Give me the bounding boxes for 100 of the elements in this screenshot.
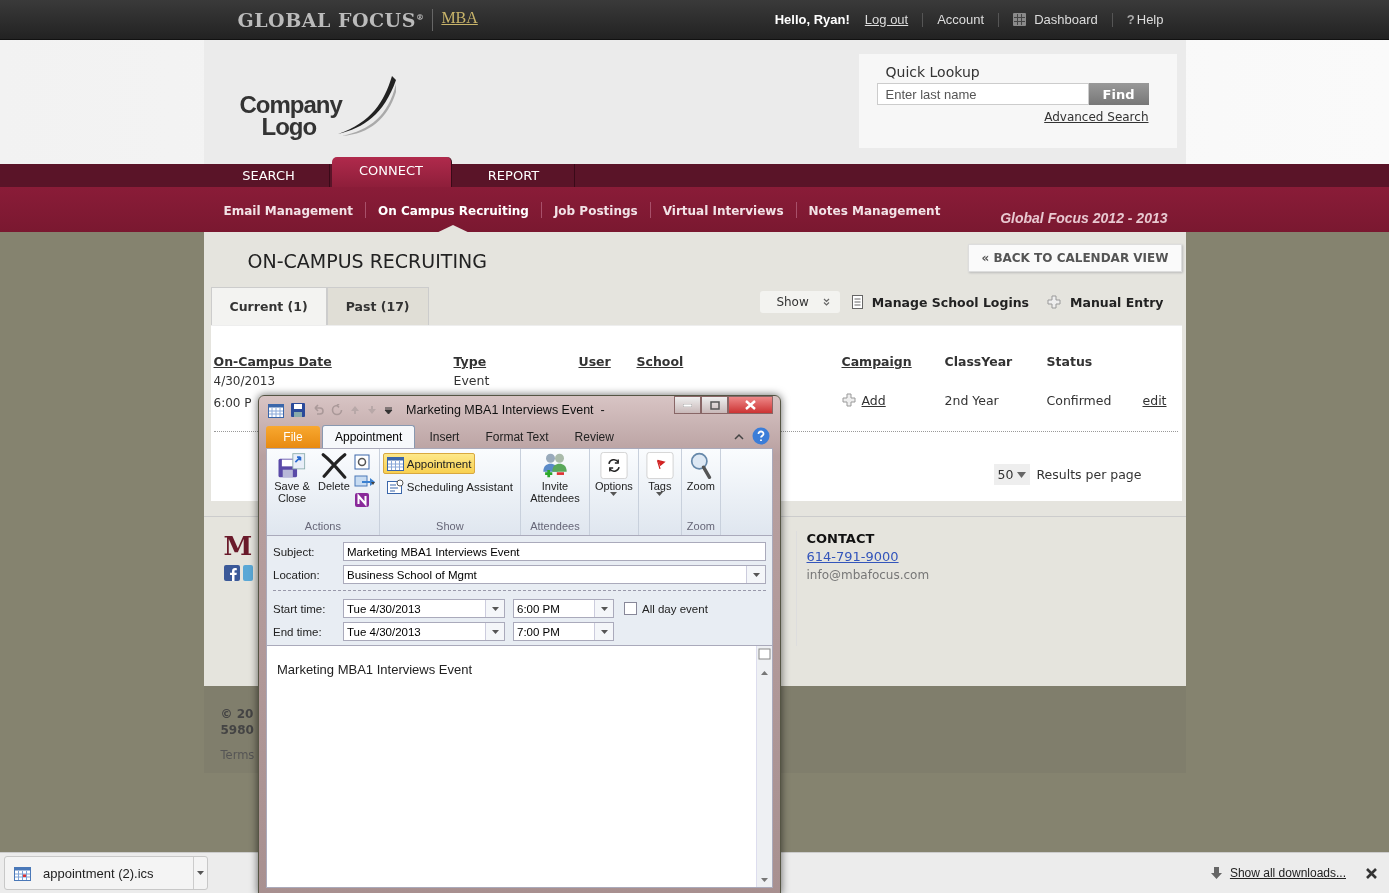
grid-icon [1013,13,1027,26]
scroll-up-icon [758,668,771,678]
last-name-field[interactable]: Enter last name [876,83,1089,105]
toolbar-link[interactable]: Manual Entry [1070,294,1164,310]
show-all-downloads-link[interactable]: Show all downloads... [1229,866,1346,880]
column-header[interactable]: On-Campus Date [213,354,454,369]
list-tab[interactable]: Past (17) [326,287,429,325]
dashboard-link[interactable]: Dashboard [1034,12,1098,27]
column-header[interactable]: Type [453,354,579,369]
back-to-calendar-button[interactable]: « BACK TO CALENDAR VIEW [968,244,1182,272]
toolbar-link[interactable]: Manage School Logins [871,294,1029,310]
ribbon-tab[interactable]: Review [562,426,626,448]
maximize-button[interactable] [701,396,728,414]
ribbon-button[interactable]: Options [592,451,635,520]
subnav-link[interactable]: Email Management [223,204,354,218]
close-button[interactable] [728,396,773,414]
calendar-search-icon[interactable] [353,454,370,470]
subject-field[interactable]: Marketing MBA1 Interviews Event [343,542,766,561]
contact-heading: CONTACT [806,531,876,546]
advanced-search-link[interactable]: Advanced Search [1044,110,1149,124]
window-title: Marketing MBA1 Interviews Event - [406,403,605,417]
document-icon [851,295,863,309]
group-label: Show [435,520,465,534]
location-field[interactable]: Business School of Mgmt [343,565,766,584]
plus-icon [1047,295,1061,309]
close-icon[interactable] [1366,867,1377,879]
ribbon-tab[interactable]: Insert [417,426,472,448]
address-text: 5980 [220,722,254,738]
type-cell-text: Event [453,373,491,388]
caret-icon [1017,471,1027,478]
double-chevron-icon [822,298,830,306]
schedule-icon [386,479,404,494]
plus-icon [841,393,856,407]
field-label: Start time: [273,602,327,615]
end-time-field[interactable]: 7:00 PM [513,622,614,641]
subnav-link[interactable]: Virtual Interviews [662,204,784,218]
subnav-link[interactable]: Job Postings [553,204,638,218]
download-item[interactable]: appointment (2).ics [4,856,208,890]
show-dropdown[interactable]: Show [760,291,840,313]
facebook-icon[interactable] [223,565,240,581]
caret-icon [600,629,608,634]
panel-title: Quick Lookup [885,64,981,80]
caret-icon [752,572,760,577]
view-button[interactable]: Appointment [382,453,476,474]
group-label: Attendees [529,520,581,534]
add-campaign-link[interactable]: Add [861,392,886,408]
ribbon-button[interactable]: Zoom [684,451,717,520]
logout-link[interactable]: Log out [864,12,909,27]
caret-icon [491,606,499,611]
minimize-button[interactable] [674,396,701,414]
ribbon-button[interactable]: Delete [316,451,352,520]
end-date-field[interactable]: Tue 4/30/2013 [343,622,505,641]
group-label: Actions [303,520,342,534]
ribbon-tab[interactable]: Appointment [322,425,416,448]
start-time-field[interactable]: 6:00 PM [513,599,614,618]
page-size-label: Results per page [1036,467,1142,482]
start-date-field[interactable]: Tue 4/30/2013 [343,599,505,618]
column-header[interactable]: Campaign [841,354,945,369]
find-button[interactable]: Find [1088,83,1149,105]
footer-logo: M [223,531,253,561]
subnav-link[interactable]: Notes Management [808,204,941,218]
customize-caret-icon[interactable] [384,405,393,415]
caret-icon [610,492,618,496]
account-link[interactable]: Account [937,12,985,27]
time-cell: 6:00 P [213,396,252,410]
save-icon[interactable] [291,403,305,417]
status-cell-text: Confirmed [1046,392,1113,408]
caret-icon [197,871,204,875]
subnav-link[interactable]: On Campus Recruiting [378,204,529,218]
ribbon-button[interactable]: Save & Close [270,451,314,520]
help-icon[interactable] [752,427,770,445]
copyright-text: © 20 [220,706,254,722]
scrollbar[interactable] [756,646,772,887]
nav-tab[interactable]: CONNECT [331,157,452,187]
season-label: Global Focus 2012 - 2013 [1000,210,1168,226]
column-header[interactable]: User [578,354,637,369]
ribbon-tab[interactable]: Format Text [473,426,561,448]
help-link[interactable]: Help [1136,12,1164,27]
ribbon-button[interactable]: Tags [641,451,678,520]
ribbon-button[interactable]: Invite Attendees [523,451,586,520]
caret-icon [656,492,664,496]
checkbox-label: All day event [642,602,708,615]
field-label: Location: [273,568,321,581]
all-day-checkbox[interactable] [624,602,637,615]
list-tab[interactable]: Current (1) [210,287,327,325]
collapse-ribbon-icon[interactable] [734,432,744,440]
view-button[interactable]: Scheduling Assistant [382,476,517,497]
caret-icon [491,629,499,634]
date-cell: 4/30/2013 [213,374,276,388]
group-label: Zoom [685,520,716,534]
column-header[interactable]: School [636,354,842,369]
page-size-dropdown[interactable]: 50 [993,464,1031,485]
edit-link[interactable]: edit [1142,392,1203,408]
message-body-field[interactable]: Marketing MBA1 Interviews Event [266,645,773,888]
greeting: Hello, Ryan! [774,12,850,27]
column-header: Status [1046,354,1094,369]
phone-link[interactable]: 614-791-9000 [806,549,930,564]
forward-icon[interactable] [353,473,376,489]
notebook-icon[interactable] [353,492,370,508]
field-label: Subject: [273,545,316,558]
